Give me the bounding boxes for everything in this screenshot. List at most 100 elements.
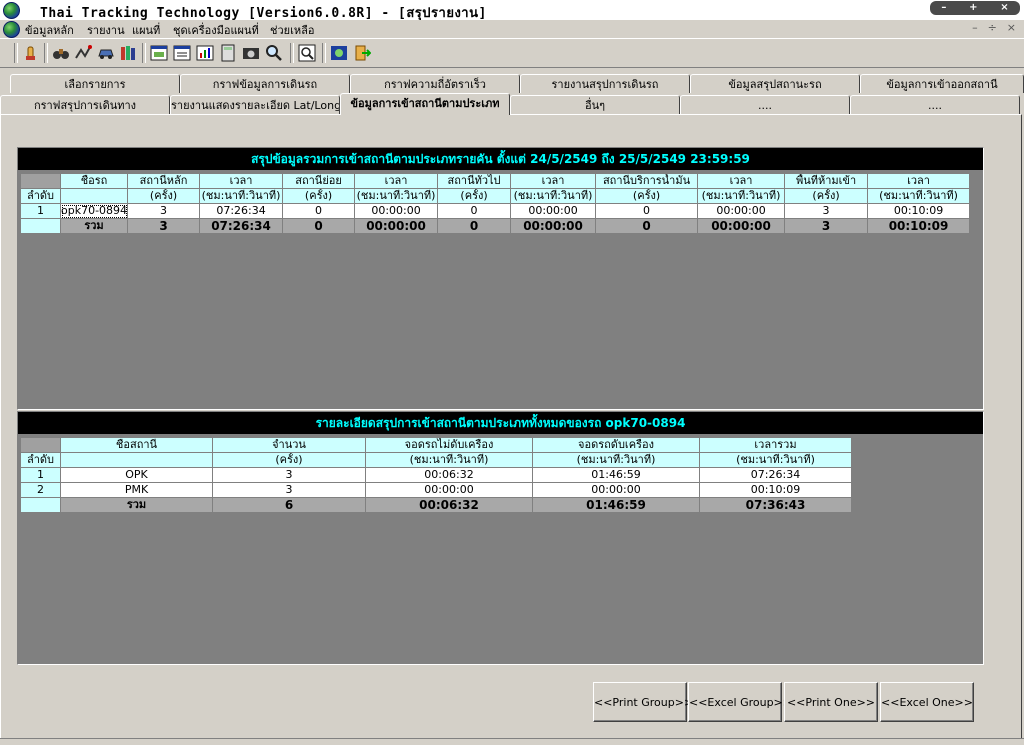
route-icon[interactable] (74, 44, 92, 62)
col-header-time: เวลา (697, 173, 786, 189)
minimize-icon[interactable]: – (941, 3, 946, 13)
summary-table: ชื่อรถ สถานีหลัก เวลา สถานีย่อย เวลา สถา… (20, 173, 971, 234)
total-cell: 3 (784, 218, 869, 234)
summary-grid-title: สรุปข้อมูลรวมการเข้าสถานีตามประเภทรายคัน… (18, 148, 983, 170)
total-cell: 00:00:00 (697, 218, 786, 234)
total-cell: 0 (282, 218, 356, 234)
total-cell: 3 (127, 218, 201, 234)
excel-one-button[interactable]: <<Excel One>> (880, 682, 974, 722)
table-cell[interactable]: 3 (784, 203, 869, 219)
detail-grid-title: รายละเอียดสรุปการเข้าสถานีตามประเภททั้งห… (18, 412, 983, 434)
excel-group-button[interactable]: <<Excel Group>> (688, 682, 792, 722)
col-subheader: (ชม:นาที:วินาที) (510, 188, 597, 204)
menu-item-report[interactable]: รายงาน (87, 21, 125, 39)
detail-table: ชื่อสถานี จำนวน จอดรถไม่ดับเครื่อง จอดรถ… (20, 437, 852, 513)
tab-station-entry-by-type[interactable]: ข้อมูลการเข้าสถานีตามประเภท (340, 93, 510, 115)
table-cell[interactable]: 00:10:09 (699, 482, 852, 498)
menu-item-help[interactable]: ช่วยเหลือ (270, 21, 314, 39)
table-cell[interactable]: 01:46:59 (532, 467, 700, 483)
tab-speed-frequency-chart[interactable]: กราฟความถี่อัตราเร็ว (350, 74, 520, 93)
table-row[interactable]: 2 PMK 3 00:00:00 00:00:00 00:10:09 (20, 482, 852, 498)
zoom-icon[interactable] (298, 44, 316, 62)
books-icon[interactable] (119, 44, 137, 62)
table-row[interactable]: 1 OPK 3 00:06:32 01:46:59 07:26:34 (20, 467, 852, 483)
col-subheader: (ชม:นาที:วินาที) (199, 188, 284, 204)
col-subheader: (ชม:นาที:วินาที) (699, 452, 852, 468)
table-cell-station[interactable]: PMK (60, 482, 213, 498)
total-cell: 00:10:09 (867, 218, 971, 234)
table-row[interactable]: 1 opk70-0894 3 07:26:34 0 00:00:00 0 00:… (20, 203, 971, 219)
menu-item-map[interactable]: แผนที่ (132, 21, 160, 39)
exit-icon[interactable] (353, 44, 371, 62)
tab-others[interactable]: อื่นๆ (510, 95, 680, 114)
camera-icon[interactable] (242, 44, 260, 62)
menu-item-master-data[interactable]: ข้อมูลหลัก (25, 21, 74, 39)
col-header-count: จำนวน (212, 437, 366, 453)
row-number: 2 (20, 482, 61, 498)
table-cell[interactable]: 0 (595, 203, 699, 219)
hand-icon[interactable] (22, 44, 40, 62)
menu-item-map-tools[interactable]: ชุดเครื่องมือแผนที่ (173, 21, 259, 39)
tab-trip-summary-chart[interactable]: กราฟสรุปการเดินทาง (0, 95, 170, 114)
tab-latlong-detail-report[interactable]: รายงานแสดงรายละเอียด Lat/Long (170, 95, 340, 114)
mdi-restore-icon[interactable]: ÷ (988, 21, 997, 34)
close-icon[interactable]: × (1000, 3, 1008, 13)
tab-station-entry-exit[interactable]: ข้อมูลการเข้าออกสถานี (860, 74, 1024, 93)
col-header-sub-station: สถานีย่อย (282, 173, 356, 189)
toolbar-separator (290, 43, 294, 63)
row-number-empty (20, 218, 61, 234)
search-icon[interactable] (265, 44, 283, 62)
table-cell[interactable]: 0 (282, 203, 356, 219)
tab-driving-data-chart[interactable]: กราฟข้อมูลการเดินรถ (180, 74, 350, 93)
table-cell[interactable]: 00:00:00 (697, 203, 786, 219)
table-cell[interactable]: 00:00:00 (510, 203, 597, 219)
table-cell[interactable]: 00:10:09 (867, 203, 971, 219)
row-number: 1 (20, 467, 61, 483)
calculator-icon[interactable] (219, 44, 237, 62)
tab-placeholder-1[interactable]: .... (680, 95, 850, 114)
tab-driving-summary-report[interactable]: รายงานสรุปการเดินรถ (520, 74, 690, 93)
table-cell[interactable]: 00:00:00 (354, 203, 439, 219)
col-subheader: (ครั้ง) (595, 188, 699, 204)
export-icon[interactable] (330, 44, 348, 62)
table-cell-vehicle[interactable]: opk70-0894 (59, 203, 129, 219)
table-cell[interactable]: 3 (127, 203, 201, 219)
total-cell: 6 (212, 497, 366, 513)
toolbar-separator (142, 43, 146, 63)
table-cell[interactable]: 00:06:32 (365, 467, 533, 483)
col-header-time: เวลา (199, 173, 284, 189)
table-cell[interactable]: 07:26:34 (199, 203, 284, 219)
summary-grid[interactable]: สรุปข้อมูลรวมการเข้าสถานีตามประเภทรายคัน… (17, 147, 984, 410)
col-header-idle-engine-on: จอดรถไม่ดับเครื่อง (365, 437, 533, 453)
table-cell-station[interactable]: OPK (60, 467, 213, 483)
mdi-close-icon[interactable]: × (1007, 21, 1016, 34)
binoculars-icon[interactable] (52, 44, 70, 62)
table-cell[interactable]: 00:00:00 (365, 482, 533, 498)
table-cell[interactable]: 00:00:00 (532, 482, 700, 498)
print-group-button[interactable]: <<Print Group>> (593, 682, 693, 722)
total-row: รวม 3 07:26:34 0 00:00:00 0 00:00:00 0 0… (20, 218, 971, 234)
table-cell[interactable]: 0 (437, 203, 512, 219)
table-cell[interactable]: 3 (212, 482, 366, 498)
tab-placeholder-2[interactable]: .... (850, 95, 1020, 114)
col-subheader: (ชม:นาที:วินาที) (532, 452, 700, 468)
col-subheader (60, 452, 213, 468)
print-one-button[interactable]: <<Print One>> (784, 682, 878, 722)
maximize-icon[interactable]: + (969, 3, 977, 13)
vehicle-icon[interactable] (97, 44, 115, 62)
table-cell[interactable]: 07:26:34 (699, 467, 852, 483)
map-window-icon[interactable] (150, 44, 168, 62)
app-globe-icon (3, 2, 20, 19)
tab-select-item[interactable]: เลือกรายการ (10, 74, 180, 93)
col-subheader: (ครั้ง) (212, 452, 366, 468)
mdi-minimize-icon[interactable]: – (972, 21, 978, 34)
chart-icon[interactable] (196, 44, 214, 62)
col-header-station-name: ชื่อสถานี (60, 437, 213, 453)
tab-vehicle-status-summary[interactable]: ข้อมูลสรุปสถานะรถ (690, 74, 860, 93)
list-window-icon[interactable] (173, 44, 191, 62)
col-header-general-station: สถานีทั่วไป (437, 173, 512, 189)
table-cell[interactable]: 3 (212, 467, 366, 483)
col-header-vehicle: ชื่อรถ (59, 173, 129, 189)
total-cell: 00:00:00 (510, 218, 597, 234)
detail-grid[interactable]: รายละเอียดสรุปการเข้าสถานีตามประเภททั้งห… (17, 411, 984, 665)
